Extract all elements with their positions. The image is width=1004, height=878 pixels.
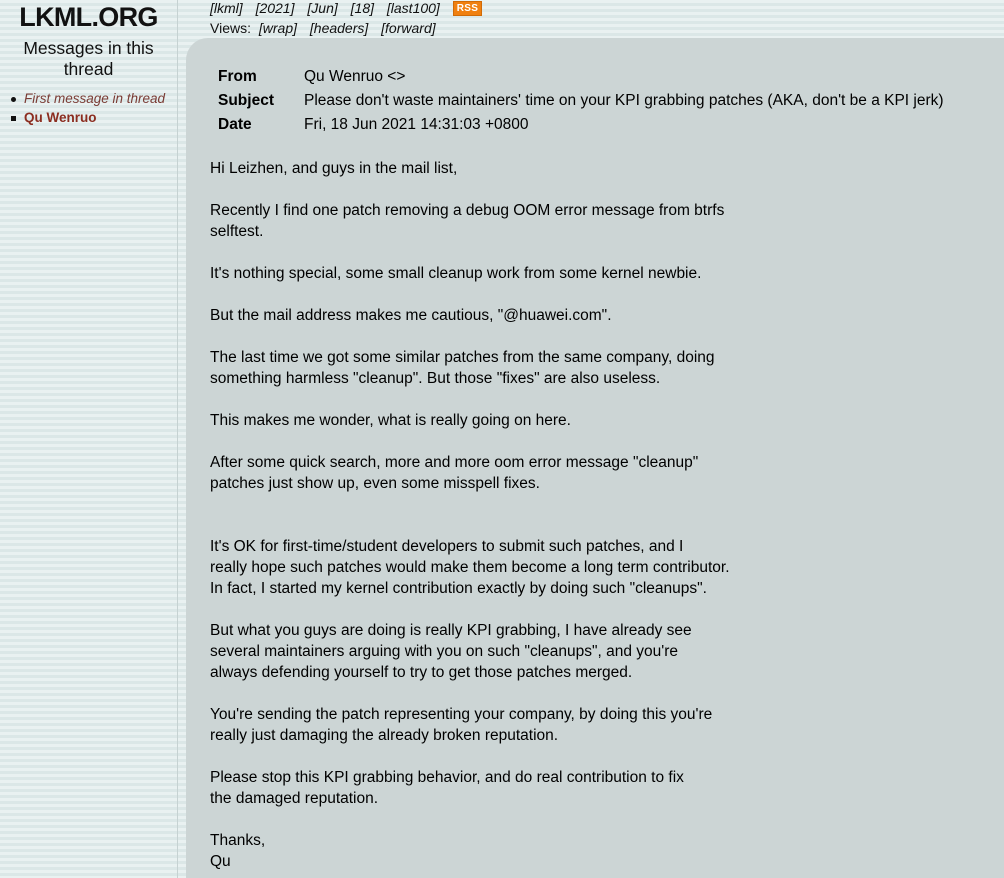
thread-item-first-message[interactable]: First message in thread [10, 90, 177, 108]
rss-icon[interactable]: RSS [452, 1, 483, 16]
view-link-headers[interactable]: [headers] [310, 20, 368, 36]
view-link-wrap[interactable]: [wrap] [259, 20, 297, 36]
views-label: Views: [210, 20, 251, 36]
header-label-subject: Subject [218, 92, 274, 109]
header-value-from: Qu Wenruo <> [304, 68, 406, 85]
header-value-subject: Please don't waste maintainers' time on … [304, 92, 944, 109]
message-paragraph: This makes me wonder, what is really goi… [210, 412, 571, 429]
breadcrumb: [lkml] [2021] [Jun] [18] [last100] RSS [210, 0, 1004, 17]
message-paragraph: But what you guys are doing is really KP… [210, 622, 692, 681]
message-paragraph: But the mail address makes me cautious, … [210, 307, 612, 324]
message-headers: From Qu Wenruo <> Subject Please don't w… [218, 66, 944, 138]
header-row-date: Date Fri, 18 Jun 2021 14:31:03 +0800 [218, 114, 944, 138]
header-value-date: Fri, 18 Jun 2021 14:31:03 +0800 [304, 116, 529, 133]
sidebar: LKML.ORG Messages in this thread First m… [0, 0, 178, 878]
thread-message-list: First message in thread Qu Wenruo [0, 90, 177, 127]
breadcrumb-link-last100[interactable]: [last100] [387, 0, 440, 16]
message-panel: From Qu Wenruo <> Subject Please don't w… [186, 38, 1004, 878]
message-paragraph: After some quick search, more and more o… [210, 454, 699, 492]
message-paragraph: Recently I find one patch removing a deb… [210, 202, 725, 240]
thread-panel-title: Messages in this thread [23, 38, 154, 79]
message-signature: Thanks, Qu [210, 832, 266, 870]
header-row-from: From Qu Wenruo <> [218, 66, 944, 90]
thread-item-label: First message in thread [24, 91, 166, 106]
header-row-subject: Subject Please don't waste maintainers' … [218, 90, 944, 114]
header-label-from: From [218, 68, 257, 85]
site-logo[interactable]: LKML.ORG [0, 0, 177, 33]
breadcrumb-link-year[interactable]: [2021] [256, 0, 295, 16]
message-paragraph: Please stop this KPI grabbing behavior, … [210, 769, 684, 807]
message-paragraph: The last time we got some similar patche… [210, 349, 715, 387]
views-row: Views: [wrap] [headers] [forward] [210, 17, 1004, 37]
breadcrumb-link-month[interactable]: [Jun] [307, 0, 337, 16]
top-navigation: [lkml] [2021] [Jun] [18] [last100] RSS V… [178, 0, 1004, 38]
message-body: Hi Leizhen, and guys in the mail list, R… [210, 158, 1004, 872]
message-paragraph: You're sending the patch representing yo… [210, 706, 713, 744]
lkml-message-page: LKML.ORG Messages in this thread First m… [0, 0, 1004, 878]
message-paragraph: It's OK for first-time/student developer… [210, 538, 730, 597]
breadcrumb-link-lkml[interactable]: [lkml] [210, 0, 243, 16]
view-link-forward[interactable]: [forward] [381, 20, 435, 36]
thread-item-author[interactable]: Qu Wenruo [10, 109, 177, 127]
breadcrumb-link-day[interactable]: [18] [351, 0, 374, 16]
message-paragraph: It's nothing special, some small cleanup… [210, 265, 702, 282]
header-label-date: Date [218, 116, 252, 133]
message-paragraph: Hi Leizhen, and guys in the mail list, [210, 160, 458, 177]
thread-item-label: Qu Wenruo [24, 110, 97, 125]
